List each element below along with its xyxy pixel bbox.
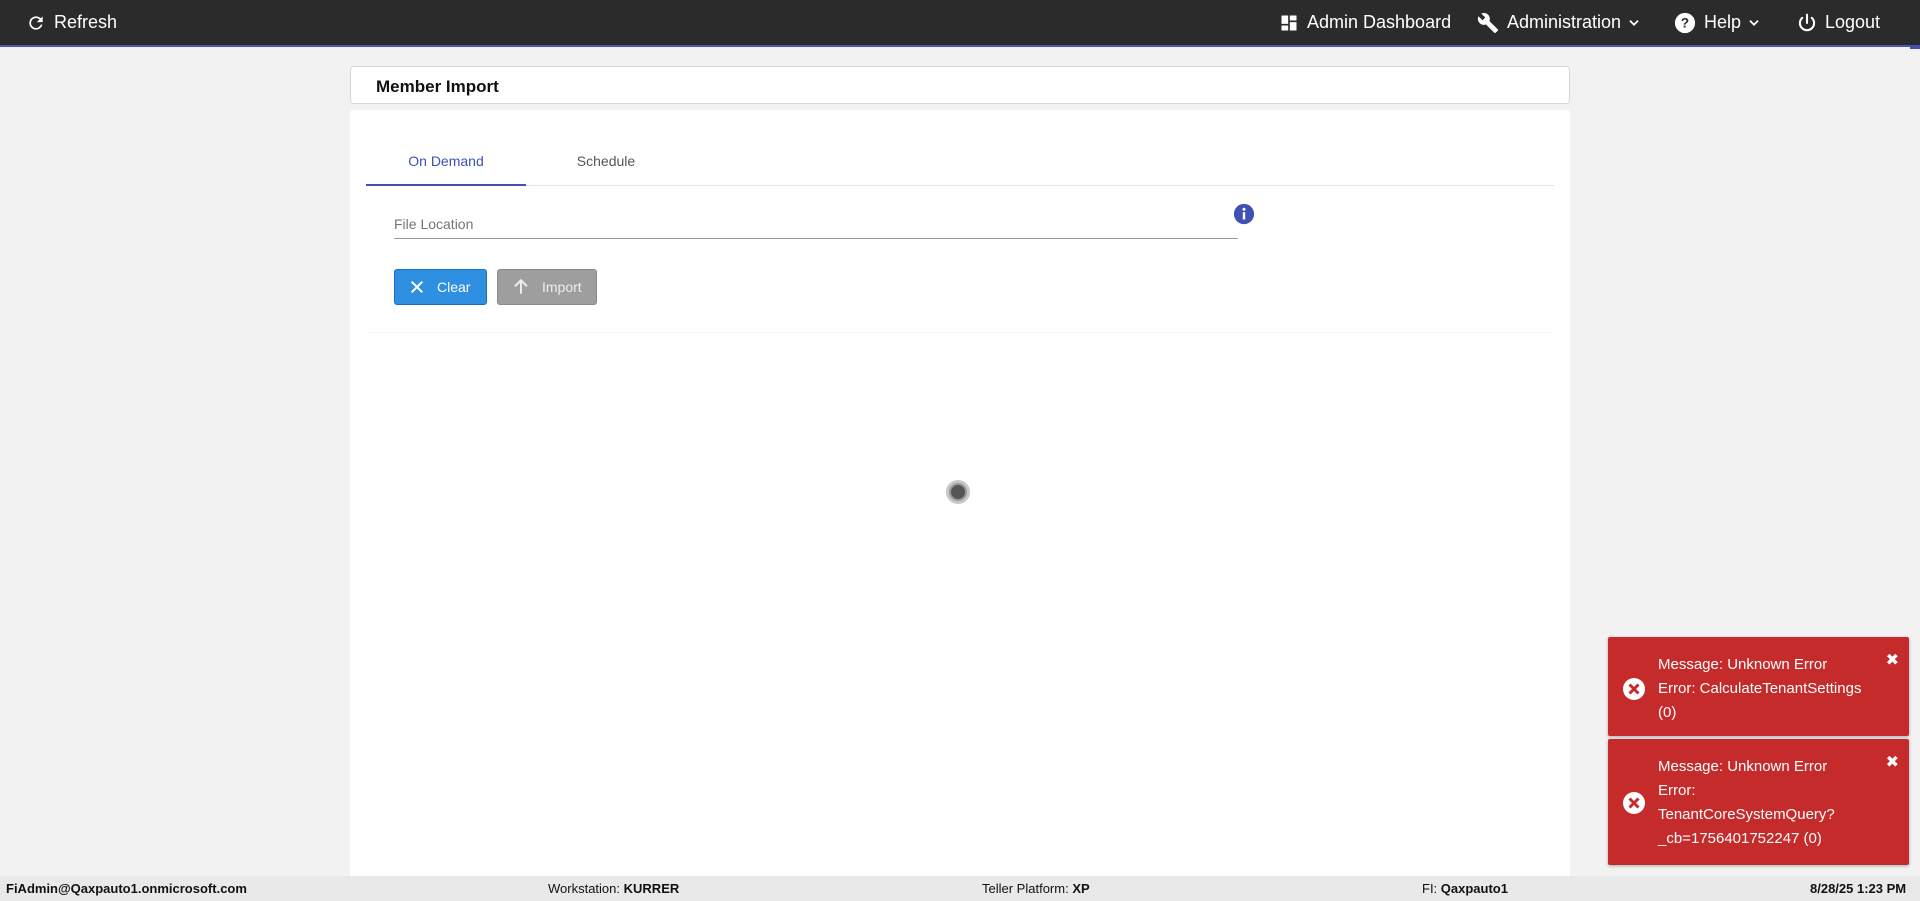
logout-button[interactable]: Logout	[1797, 0, 1880, 45]
refresh-label: Refresh	[54, 12, 118, 32]
toast-line: (0)	[1658, 704, 1677, 721]
power-icon	[1798, 13, 1816, 31]
toast-close-button[interactable]: ✖	[1886, 755, 1899, 771]
spinner-core	[951, 485, 965, 499]
section-divider	[366, 332, 1554, 333]
toast-line: Message: Unknown Error	[1658, 656, 1828, 673]
error-toast: Message: Unknown Error Error: CalculateT…	[1608, 637, 1909, 736]
import-label: Import	[542, 279, 582, 295]
nav-divider	[0, 45, 1920, 47]
help-menu[interactable]: ? Help	[1674, 0, 1761, 45]
status-datetime: 8/28/25 1:23 PM	[1810, 881, 1907, 896]
error-icon	[1623, 792, 1645, 814]
member-import-panel: On Demand Schedule File Location Clear I…	[350, 110, 1570, 880]
refresh-button[interactable]: Refresh	[26, 0, 117, 45]
svg-text:?: ?	[1681, 15, 1689, 30]
status-workstation: Workstation: KURRER	[548, 881, 680, 896]
clear-button[interactable]: Clear	[394, 269, 487, 305]
toast-line: Error: CalculateTenantSettings	[1658, 680, 1862, 697]
page-header-card: Member Import	[350, 66, 1570, 104]
logout-label: Logout	[1825, 12, 1881, 32]
tab-bar: On Demand Schedule	[366, 134, 1554, 186]
help-label: Help	[1704, 12, 1742, 32]
error-icon	[1623, 678, 1645, 700]
toast-line: TenantCoreSystemQuery?	[1658, 806, 1835, 823]
error-toast: Message: Unknown Error Error: TenantCore…	[1608, 739, 1909, 865]
status-user: FiAdmin@Qaxpauto1.onmicrosoft.com	[6, 881, 247, 896]
clear-label: Clear	[437, 279, 471, 295]
dashboard-icon	[1281, 15, 1297, 30]
administration-menu[interactable]: Administration	[1477, 0, 1641, 45]
administration-label: Administration	[1507, 12, 1622, 32]
file-location-input[interactable]: File Location	[394, 202, 1238, 239]
loading-spinner	[946, 480, 970, 504]
toast-line: Message: Unknown Error	[1658, 758, 1828, 775]
info-icon[interactable]	[1233, 203, 1255, 225]
nav-accent	[1910, 45, 1920, 49]
arrow-up-icon	[514, 278, 528, 294]
help-icon: ?	[1674, 12, 1696, 33]
top-nav-bar: Refresh Admin Dashboard Administration ?…	[0, 0, 1920, 45]
admin-dashboard-label: Admin Dashboard	[1307, 12, 1452, 32]
toast-message: Message: Unknown Error Error: CalculateT…	[1658, 653, 1878, 725]
status-bar: FiAdmin@Qaxpauto1.onmicrosoft.com Workst…	[0, 876, 1920, 901]
toast-close-button[interactable]: ✖	[1886, 653, 1899, 669]
refresh-icon	[29, 15, 43, 30]
chevron-down-icon	[1629, 19, 1639, 26]
chevron-down-icon	[1749, 19, 1759, 26]
toast-message: Message: Unknown Error Error: TenantCore…	[1658, 755, 1878, 851]
import-button[interactable]: Import	[497, 269, 597, 305]
admin-dashboard-link[interactable]: Admin Dashboard	[1279, 0, 1451, 45]
status-teller-platform: Teller Platform: XP	[982, 881, 1090, 896]
toast-line: _cb=1756401752247 (0)	[1658, 830, 1822, 847]
file-location-placeholder: File Location	[394, 216, 474, 232]
tab-on-demand[interactable]: On Demand	[366, 134, 526, 186]
wrench-icon	[1477, 12, 1499, 33]
toast-line: Error:	[1658, 782, 1696, 799]
close-icon	[410, 280, 424, 294]
tab-schedule[interactable]: Schedule	[526, 134, 686, 186]
status-fi: FI: Qaxpauto1	[1422, 881, 1508, 896]
page-title: Member Import	[376, 77, 499, 96]
